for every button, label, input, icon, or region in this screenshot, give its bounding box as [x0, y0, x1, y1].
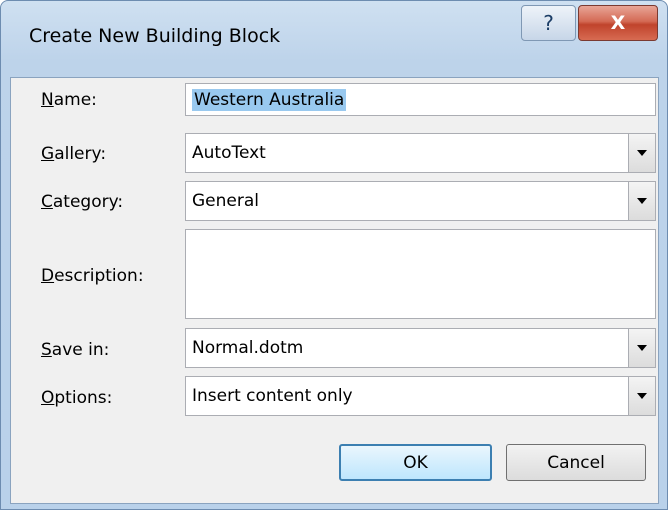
category-dropdown-button[interactable] — [628, 182, 655, 220]
gallery-label: Gallery: — [41, 144, 107, 164]
save-in-label: Save in: — [41, 340, 110, 360]
save-in-select[interactable]: Normal.dotm — [185, 328, 656, 368]
name-value: Western Australia — [192, 88, 347, 111]
cancel-button[interactable]: Cancel — [506, 444, 646, 481]
options-select[interactable]: Insert content only — [185, 376, 656, 416]
close-icon: X — [610, 12, 626, 34]
category-label: Category: — [41, 192, 124, 212]
category-select[interactable]: General — [185, 181, 656, 221]
description-textarea[interactable] — [185, 229, 656, 319]
gallery-select[interactable]: AutoText — [185, 133, 656, 173]
close-button[interactable]: X — [578, 5, 658, 41]
dialog-body: Name: Western Australia Gallery: AutoTex… — [10, 77, 659, 504]
help-icon: ? — [543, 11, 554, 35]
category-value: General — [192, 191, 259, 211]
dialog-window: Create New Building Block ? X Name: West… — [0, 0, 668, 510]
name-label: Name: — [41, 90, 97, 110]
gallery-dropdown-button[interactable] — [628, 134, 655, 172]
chevron-down-icon — [637, 198, 647, 204]
cancel-button-label: Cancel — [547, 452, 605, 473]
ok-button[interactable]: OK — [339, 444, 492, 481]
gallery-value: AutoText — [192, 143, 266, 163]
help-button[interactable]: ? — [521, 5, 576, 41]
options-dropdown-button[interactable] — [628, 377, 655, 415]
chevron-down-icon — [637, 393, 647, 399]
save-in-dropdown-button[interactable] — [628, 329, 655, 367]
title-bar[interactable]: Create New Building Block ? X — [1, 1, 667, 77]
chevron-down-icon — [637, 345, 647, 351]
dialog-title: Create New Building Block — [29, 25, 281, 47]
chevron-down-icon — [637, 150, 647, 156]
name-input[interactable]: Western Australia — [185, 83, 656, 116]
save-in-value: Normal.dotm — [192, 338, 304, 358]
ok-button-label: OK — [403, 452, 428, 473]
description-label: Description: — [41, 266, 144, 286]
options-value: Insert content only — [192, 386, 353, 406]
options-label: Options: — [41, 388, 113, 408]
